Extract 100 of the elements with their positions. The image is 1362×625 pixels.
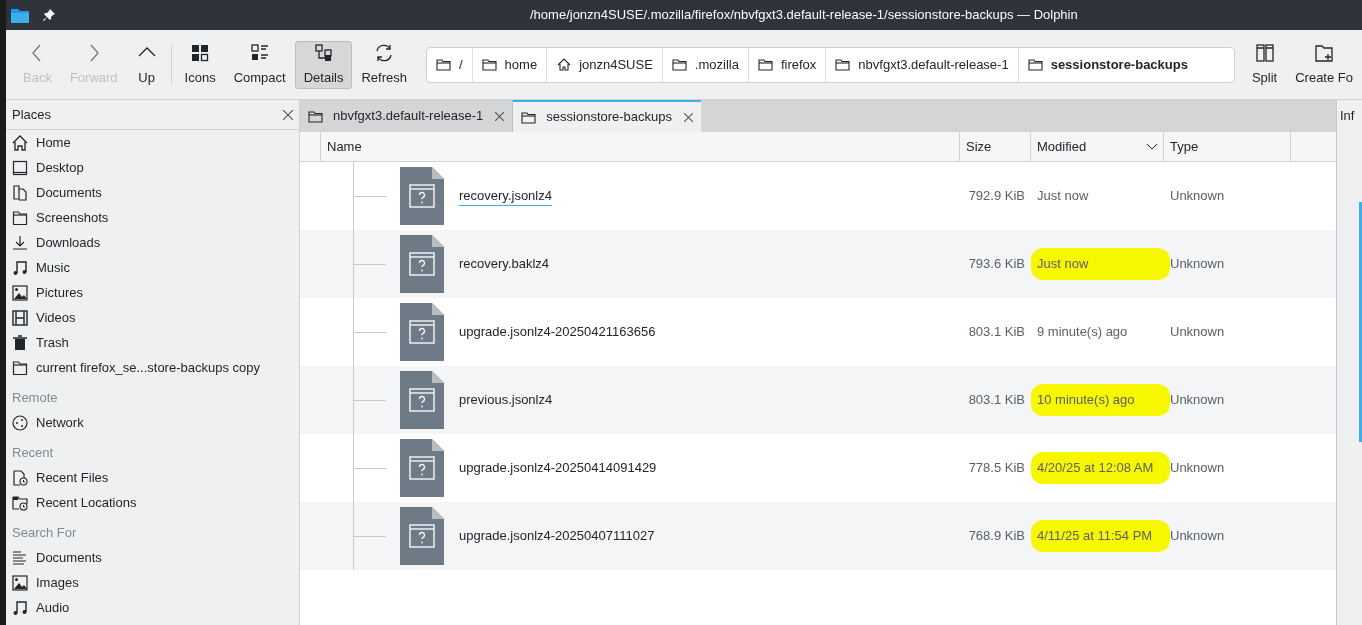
- sidebar-item[interactable]: Trash: [6, 330, 299, 355]
- modified-date: Just now: [1037, 188, 1089, 204]
- unknown-file-icon: [400, 303, 444, 361]
- file-type: Unknown: [1169, 459, 1226, 478]
- documents-icon: [12, 184, 28, 201]
- scrollbar[interactable]: [1359, 202, 1362, 442]
- toolbar-button[interactable]: Details: [294, 40, 353, 89]
- folder-icon: [757, 57, 773, 72]
- sidebar-item[interactable]: Videos: [6, 305, 299, 330]
- modified-date: 4/20/25 at 12:08 AM: [1037, 460, 1154, 476]
- toolbar-button[interactable]: Up: [126, 40, 167, 89]
- breadcrumb-item[interactable]: jonzn4SUSE: [547, 47, 663, 82]
- file-type: Unknown: [1169, 391, 1226, 410]
- music-note-icon: [12, 259, 28, 276]
- download-icon: [12, 234, 28, 251]
- breadcrumb-item[interactable]: firefox: [748, 47, 827, 82]
- unknown-file-icon: [400, 507, 444, 565]
- close-icon[interactable]: [684, 112, 694, 122]
- home-icon: [556, 57, 572, 72]
- file-row[interactable]: previous.jsonlz4 803.1 KiB 10 minute(s) ago Unknown: [300, 366, 1336, 434]
- sidebar-item[interactable]: Documents: [6, 180, 299, 205]
- folder-icon: [671, 57, 687, 72]
- sidebar-item[interactable]: Images: [6, 570, 299, 595]
- column-header[interactable]: Size: [960, 132, 1031, 161]
- unknown-file-icon: [400, 371, 444, 429]
- toolbar-button[interactable]: Compact: [224, 40, 295, 89]
- sidebar-item[interactable]: Home: [6, 130, 299, 155]
- file-size: 792.9 KiB: [967, 187, 1026, 206]
- toolbar-button[interactable]: Icons: [175, 40, 225, 89]
- recent-folder-icon: [12, 494, 28, 511]
- sidebar-item[interactable]: Pictures: [6, 280, 299, 305]
- section-heading: Search For: [11, 523, 78, 542]
- folder-icon: [521, 109, 537, 125]
- sidebar-item[interactable]: Downloads: [6, 230, 299, 255]
- folder-icon: [1027, 57, 1043, 72]
- recent-file-icon: [12, 469, 28, 486]
- sidebar-item[interactable]: Music: [6, 255, 299, 280]
- folder-icon: [835, 57, 851, 72]
- modified-date: 10 minute(s) ago: [1037, 392, 1135, 408]
- file-row[interactable]: upgrade.jsonlz4-20250407111027 768.9 KiB 4/11/25 at 11:54 PM Unknown: [300, 502, 1336, 570]
- sidebar-item[interactable]: Recent Files: [6, 465, 299, 490]
- folder-icon: [11, 7, 29, 23]
- folder-icon: [308, 108, 323, 124]
- breadcrumb-item[interactable]: /: [427, 47, 473, 82]
- network-icon: [12, 414, 28, 431]
- unknown-file-icon: [400, 439, 444, 497]
- sidebar-item[interactable]: Audio: [6, 595, 299, 620]
- toolbar-button[interactable]: Refresh: [352, 40, 416, 89]
- file-name[interactable]: recovery.jsonlz4: [459, 185, 552, 207]
- section-heading: Remote: [11, 388, 59, 407]
- file-type: Unknown: [1169, 527, 1226, 546]
- split-view-icon: [1253, 41, 1276, 64]
- column-header[interactable]: Name: [321, 132, 960, 161]
- file-name[interactable]: recovery.baklz4: [459, 254, 550, 274]
- home-icon: [12, 134, 28, 151]
- text-lines-icon: [12, 549, 28, 566]
- close-icon[interactable]: [495, 111, 505, 121]
- toolbar-button[interactable]: Split: [1242, 40, 1287, 89]
- file-type: Unknown: [1169, 255, 1226, 274]
- unknown-file-icon: [400, 235, 444, 293]
- breadcrumb-item[interactable]: home: [472, 47, 548, 82]
- trash-icon: [12, 334, 28, 351]
- film-icon: [12, 309, 28, 326]
- breadcrumb-item[interactable]: nbvfgxt3.default-release-1: [826, 47, 1019, 82]
- file-name[interactable]: previous.jsonlz4: [459, 390, 553, 410]
- sidebar-item[interactable]: Network: [6, 410, 299, 435]
- breadcrumb-item[interactable]: sessionstore-backups: [1018, 47, 1197, 82]
- sidebar-item[interactable]: Screenshots: [6, 205, 299, 230]
- pin-icon[interactable]: [43, 9, 55, 21]
- file-name[interactable]: upgrade.jsonlz4-20250407111027: [459, 526, 655, 546]
- toolbar-button[interactable]: Create Fo: [1286, 40, 1362, 89]
- panel-title: Places: [12, 105, 52, 124]
- breadcrumb-item[interactable]: .mozilla: [662, 47, 749, 82]
- file-size: 768.9 KiB: [967, 527, 1026, 546]
- file-size: 803.1 KiB: [967, 323, 1026, 342]
- monitor-icon: [12, 159, 28, 176]
- music-note-icon: [12, 599, 28, 616]
- file-name[interactable]: upgrade.jsonlz4-20250414091429: [459, 458, 657, 478]
- close-icon[interactable]: [283, 109, 293, 120]
- file-size: 793.6 KiB: [967, 255, 1026, 274]
- tab[interactable]: sessionstore-backups: [513, 100, 702, 132]
- column-header[interactable]: Modified: [1031, 132, 1164, 161]
- folder-icon: [12, 359, 28, 376]
- file-size: 778.5 KiB: [967, 459, 1026, 478]
- sidebar-item[interactable]: current firefox_se...store-backups copy: [6, 355, 299, 380]
- modified-date: Just now: [1037, 256, 1089, 272]
- sidebar-item[interactable]: Recent Locations: [6, 490, 299, 515]
- file-size: 803.1 KiB: [967, 391, 1026, 410]
- sidebar-item[interactable]: Desktop: [6, 155, 299, 180]
- file-type: Unknown: [1169, 187, 1226, 206]
- modified-date: 9 minute(s) ago: [1037, 324, 1128, 340]
- picture-icon: [12, 284, 28, 301]
- folder-icon: [481, 57, 497, 72]
- modified-date: 4/11/25 at 11:54 PM: [1037, 528, 1153, 544]
- sidebar-item[interactable]: Documents: [6, 545, 299, 570]
- unknown-file-icon: [400, 167, 444, 225]
- column-header[interactable]: Type: [1164, 132, 1291, 161]
- file-row[interactable]: recovery.baklz4 793.6 KiB Just now Unknown: [300, 230, 1336, 298]
- file-name[interactable]: upgrade.jsonlz4-20250421163656: [459, 322, 656, 342]
- panel-title: Inf: [1339, 107, 1355, 126]
